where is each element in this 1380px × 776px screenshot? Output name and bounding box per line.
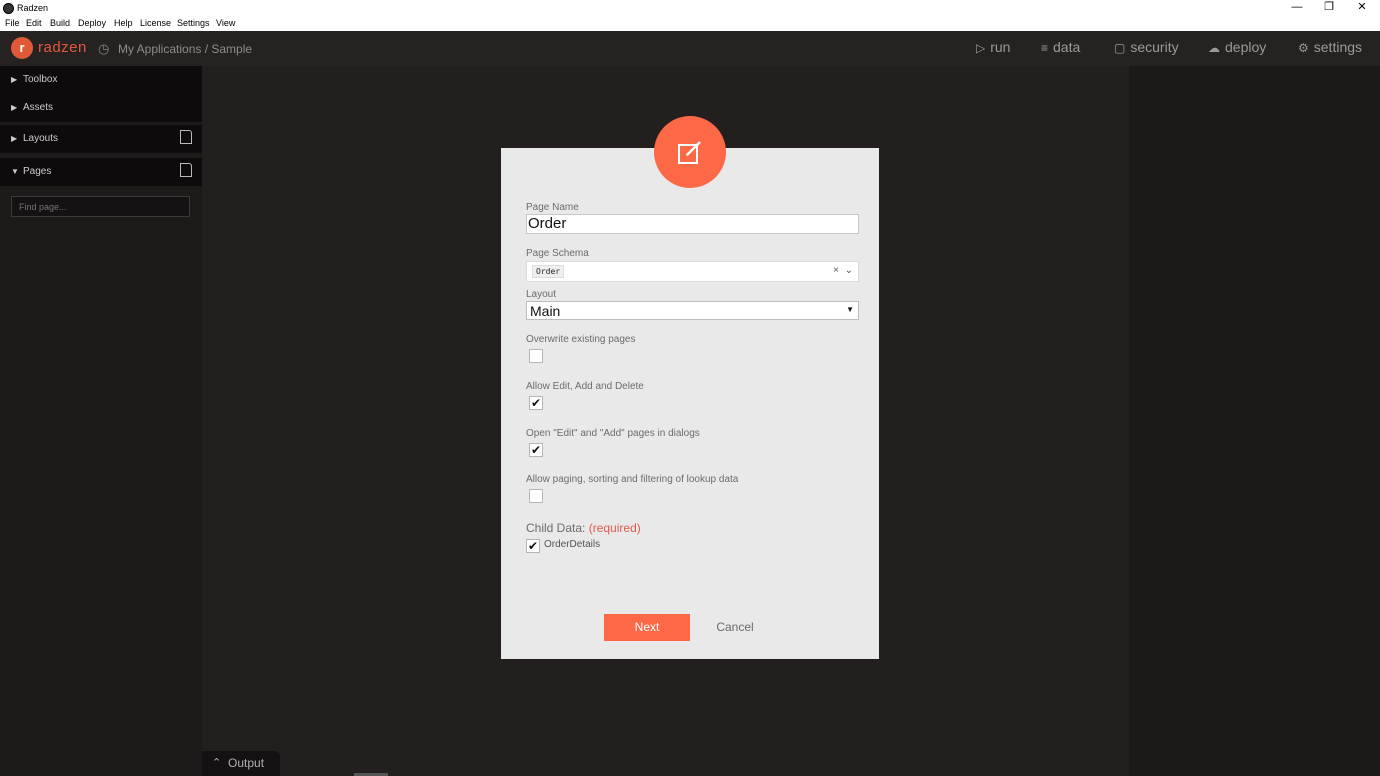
sidebar-item-assets[interactable]: ▶ Assets xyxy=(0,94,202,122)
chevron-right-icon: ▶ xyxy=(11,103,18,112)
output-tab[interactable]: ⌃ Output xyxy=(202,751,280,776)
app-icon xyxy=(3,3,14,14)
menu-edit[interactable]: Edit xyxy=(26,18,42,28)
sidebar-item-label: Layouts xyxy=(23,133,59,144)
menu-deploy[interactable]: Deploy xyxy=(78,18,106,28)
chevron-down-icon[interactable]: ⌄ xyxy=(845,265,853,276)
sidebar-item-label: Assets xyxy=(23,102,54,113)
sidebar-item-label: Toolbox xyxy=(23,74,58,85)
window-title: Radzen xyxy=(17,3,49,13)
find-page-input[interactable] xyxy=(11,196,190,217)
nav-data-label: data xyxy=(1053,39,1081,55)
lookup-paging-checkbox[interactable] xyxy=(529,489,543,503)
menu-license[interactable]: License xyxy=(140,18,171,28)
sidebar-item-layouts[interactable]: ▶ Layouts xyxy=(0,125,202,153)
layout-label: Layout xyxy=(526,289,557,300)
add-layout-icon[interactable] xyxy=(180,130,192,144)
logo-text: radzen xyxy=(38,39,87,56)
layout-value: Main xyxy=(530,303,561,319)
nav-data[interactable]: ≡ data xyxy=(1041,39,1080,55)
open-dialogs-checkbox[interactable]: ✔ xyxy=(529,443,543,457)
menu-file[interactable]: File xyxy=(5,18,20,28)
breadcrumb[interactable]: My Applications / Sample xyxy=(118,42,252,56)
page-name-label: Page Name xyxy=(526,202,579,213)
cloud-upload-icon: ☁ xyxy=(1208,41,1220,55)
menu-settings[interactable]: Settings xyxy=(177,18,210,28)
top-nav: r radzen ◷ My Applications / Sample ▷ run… xyxy=(0,31,1380,66)
chevron-down-icon: ▼ xyxy=(11,167,19,176)
nav-settings[interactable]: ⚙ settings xyxy=(1298,39,1362,55)
logo-mark: r xyxy=(11,37,33,59)
child-data-text: Child Data: xyxy=(526,521,586,535)
layers-icon: ≡ xyxy=(1041,41,1049,55)
output-label: Output xyxy=(228,756,265,770)
sidebar-item-toolbox[interactable]: ▶ Toolbox xyxy=(0,66,202,94)
dashboard-icon: ◷ xyxy=(98,41,110,56)
child-data-label: Child Data: (required) xyxy=(526,521,641,535)
sidebar-item-pages[interactable]: ▼ Pages xyxy=(0,158,202,186)
nav-security-label: security xyxy=(1130,39,1179,55)
nav-run[interactable]: ▷ run xyxy=(976,39,1010,55)
clear-icon[interactable]: × xyxy=(833,265,839,276)
menu-help[interactable]: Help xyxy=(114,18,133,28)
menu-build[interactable]: Build xyxy=(50,18,70,28)
chevron-up-icon: ⌃ xyxy=(212,757,222,769)
lookup-paging-label: Allow paging, sorting and filtering of l… xyxy=(526,474,739,485)
required-label: (required) xyxy=(588,521,641,535)
child-orderdetails-checkbox[interactable]: ✔ xyxy=(526,539,540,553)
cancel-button[interactable]: Cancel xyxy=(705,614,765,641)
sidebar-item-label: Pages xyxy=(23,166,52,177)
dialog-badge xyxy=(654,116,726,188)
play-icon: ▷ xyxy=(976,41,986,55)
allow-edit-label: Allow Edit, Add and Delete xyxy=(526,381,644,392)
nav-deploy[interactable]: ☁ deploy xyxy=(1208,39,1266,55)
nav-security[interactable]: ▢ security xyxy=(1114,39,1179,55)
nav-deploy-label: deploy xyxy=(1225,39,1267,55)
child-orderdetails-label: OrderDetails xyxy=(544,539,601,550)
page-schema-label: Page Schema xyxy=(526,248,589,259)
layout-select[interactable]: Main ▼ xyxy=(526,301,859,320)
page-name-input[interactable]: Order xyxy=(526,214,859,234)
chevron-right-icon: ▶ xyxy=(11,134,18,143)
open-dialogs-label: Open "Edit" and "Add" pages in dialogs xyxy=(526,428,700,439)
caret-down-icon: ▼ xyxy=(846,305,854,314)
next-button[interactable]: Next xyxy=(604,614,690,641)
close-button[interactable]: ✕ xyxy=(1347,0,1377,17)
overwrite-label: Overwrite existing pages xyxy=(526,334,636,345)
schema-tag: Order xyxy=(532,265,565,278)
menu-bar: File Edit Build Deploy Help License Sett… xyxy=(0,17,1380,31)
chevron-right-icon: ▶ xyxy=(11,75,18,84)
minimize-button[interactable]: — xyxy=(1282,0,1312,17)
restore-button[interactable]: ❐ xyxy=(1314,0,1344,17)
properties-panel xyxy=(1129,66,1380,776)
page-schema-select[interactable]: Order × ⌄ xyxy=(526,261,859,282)
nav-run-label: run xyxy=(990,39,1011,55)
allow-edit-checkbox[interactable]: ✔ xyxy=(529,396,543,410)
window-titlebar: Radzen — ❐ ✕ xyxy=(0,0,1380,17)
gear-icon: ⚙ xyxy=(1298,41,1309,55)
lock-icon: ▢ xyxy=(1114,41,1126,55)
menu-view[interactable]: View xyxy=(216,18,235,28)
edit-icon xyxy=(678,141,701,164)
add-page-icon[interactable] xyxy=(180,163,192,177)
nav-settings-label: settings xyxy=(1313,39,1363,55)
overwrite-checkbox[interactable] xyxy=(529,349,543,363)
sidebar: ▶ Toolbox ▶ Assets ▶ Layouts ▼ Pages xyxy=(0,66,202,776)
